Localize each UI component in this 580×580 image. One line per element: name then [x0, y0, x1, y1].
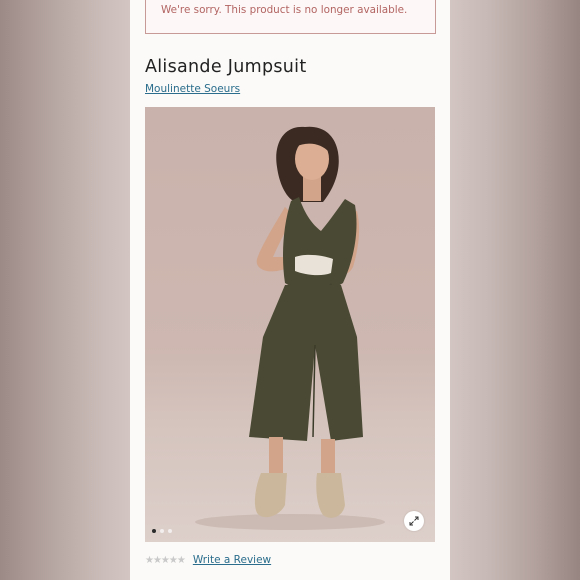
unavailable-notice: We're sorry. This product is no longer a… — [145, 0, 436, 34]
carousel-dot-3[interactable] — [168, 529, 172, 533]
carousel-dot-2[interactable] — [160, 529, 164, 533]
brand-link[interactable]: Moulinette Soeurs — [145, 83, 240, 95]
star-rating-icon: ★★★★★ — [145, 554, 186, 566]
product-title: Alisande Jumpsuit — [145, 57, 307, 77]
rating-row: ★★★★★ Write a Review — [145, 554, 271, 566]
carousel-dot-1[interactable] — [152, 529, 156, 533]
expand-arrows-icon — [409, 516, 419, 526]
product-image[interactable] — [145, 107, 435, 542]
notice-text: We're sorry. This product is no longer a… — [161, 4, 408, 16]
write-review-link[interactable]: Write a Review — [193, 554, 271, 566]
model-photo — [195, 126, 385, 530]
product-page: We're sorry. This product is no longer a… — [130, 0, 450, 580]
expand-image-button[interactable] — [404, 511, 424, 531]
carousel-dots — [152, 529, 172, 533]
